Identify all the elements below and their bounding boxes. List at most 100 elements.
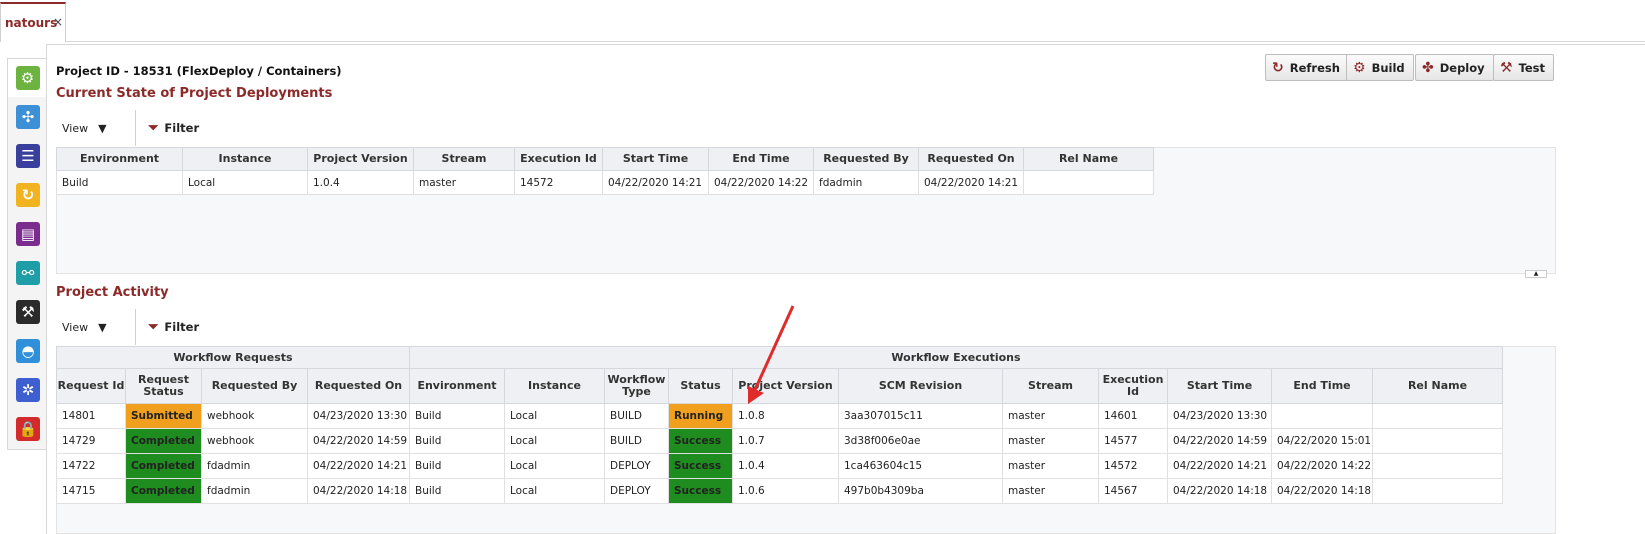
- refresh-icon: ↻: [1272, 59, 1284, 76]
- test-button[interactable]: ⚒ Test: [1493, 54, 1555, 81]
- rail-item-5[interactable]: ▤: [8, 215, 48, 253]
- column-header[interactable]: Requested On: [918, 147, 1024, 171]
- execution-id-link[interactable]: 14567: [1098, 478, 1168, 504]
- column-header[interactable]: Requested By: [201, 368, 308, 404]
- rail-kubernetes-icon: ✲: [16, 378, 40, 402]
- table-cell: Local: [504, 453, 605, 479]
- table-cell: 04/22/2020 14:18: [1271, 478, 1373, 504]
- table-cell: DEPLOY: [604, 453, 669, 479]
- deploy-icon: ✤: [1422, 59, 1434, 76]
- column-header[interactable]: Status: [668, 368, 733, 404]
- table-cell: webhook: [201, 403, 308, 429]
- column-header[interactable]: Rel Name: [1023, 147, 1154, 171]
- table-cell: 04/22/2020 14:21: [1167, 453, 1272, 479]
- column-header[interactable]: Project Version: [307, 147, 414, 171]
- status-badge: Success: [668, 478, 733, 504]
- rail-item-7[interactable]: ⚒: [8, 293, 48, 331]
- column-header[interactable]: Instance: [504, 368, 605, 404]
- column-header[interactable]: Requested On: [307, 368, 410, 404]
- table-cell: master: [1002, 403, 1099, 429]
- filter-button[interactable]: ⏷ Filter: [136, 121, 199, 136]
- view-menu[interactable]: View ▼: [56, 110, 136, 146]
- table-cell: Local: [504, 428, 605, 454]
- column-header[interactable]: Execution Id: [514, 147, 603, 171]
- column-header[interactable]: End Time: [1271, 368, 1373, 404]
- table-cell: Build: [409, 428, 505, 454]
- table-cell: Build: [409, 453, 505, 479]
- rail-item-1[interactable]: ⚙: [8, 59, 48, 97]
- table-cell: Local: [504, 478, 605, 504]
- table-cell: 3aa307015c11: [838, 403, 1003, 429]
- rail-item-8[interactable]: ◓: [8, 332, 48, 370]
- table-cell: master: [1002, 428, 1099, 454]
- left-icon-rail: ⚙ ✣ ☰ ↻ ▤ ⚯ ⚒ ◓ ✲ 🔒: [7, 58, 48, 450]
- column-header[interactable]: Environment: [56, 147, 183, 171]
- refresh-button[interactable]: ↻ Refresh: [1265, 54, 1349, 81]
- column-header[interactable]: Start Time: [1167, 368, 1272, 404]
- build-button[interactable]: ⚙ Build: [1346, 54, 1414, 81]
- table-cell: 1.0.6: [732, 478, 839, 504]
- column-header[interactable]: Stream: [413, 147, 515, 171]
- table-row[interactable]: 14715 Completed fdadmin 04/22/2020 14:18 Bui…: [56, 478, 1503, 504]
- table-cell: webhook: [201, 428, 308, 454]
- status-badge: Completed: [125, 428, 202, 454]
- rail-item-6[interactable]: ⚯: [8, 254, 48, 292]
- activity-title: Project Activity: [56, 285, 169, 300]
- group-workflow-executions: Workflow Executions: [409, 346, 1503, 369]
- activity-toolbar: View ▼ ⏷ Filter: [56, 309, 199, 345]
- table-cell: [1372, 403, 1503, 429]
- table-cell: 1.0.4: [307, 170, 414, 195]
- request-id-link[interactable]: 14801: [56, 403, 126, 429]
- rail-refresh-icon: ↻: [16, 183, 40, 207]
- status-badge: Completed: [125, 478, 202, 504]
- execution-id-link[interactable]: 14572: [514, 170, 603, 195]
- filter-button[interactable]: ⏷ Filter: [136, 320, 199, 335]
- execution-id-link[interactable]: 14577: [1098, 428, 1168, 454]
- deploy-button[interactable]: ✤ Deploy: [1415, 54, 1494, 81]
- table-row[interactable]: Build Local 1.0.4 master 14572 04/22/2020 14:…: [56, 170, 1154, 195]
- rail-item-3[interactable]: ☰: [8, 137, 48, 175]
- rail-item-10[interactable]: 🔒: [8, 410, 48, 448]
- column-header[interactable]: Workflow Type: [604, 368, 669, 404]
- execution-id-link[interactable]: 14572: [1098, 453, 1168, 479]
- column-header[interactable]: Instance: [182, 147, 308, 171]
- column-header[interactable]: Start Time: [602, 147, 709, 171]
- close-icon[interactable]: ×: [53, 15, 63, 29]
- table-cell: 04/22/2020 14:21: [307, 453, 410, 479]
- rail-network-icon: ✣: [16, 105, 40, 129]
- table-row[interactable]: 14729 Completed webhook 04/22/2020 14:59 Bui…: [56, 428, 1503, 454]
- request-id-link[interactable]: 14722: [56, 453, 126, 479]
- request-id-link[interactable]: 14715: [56, 478, 126, 504]
- status-badge: Submitted: [125, 403, 202, 429]
- column-header[interactable]: Rel Name: [1372, 368, 1503, 404]
- column-header[interactable]: Request Status: [125, 368, 202, 404]
- table-cell: DEPLOY: [604, 478, 669, 504]
- column-header[interactable]: End Time: [708, 147, 814, 171]
- column-header[interactable]: SCM Revision: [838, 368, 1003, 404]
- rail-item-9[interactable]: ✲: [8, 371, 48, 409]
- annotation-arrow: [748, 305, 795, 404]
- rail-item-2[interactable]: ✣: [8, 98, 48, 136]
- column-header[interactable]: Requested By: [813, 147, 919, 171]
- table-cell: [1023, 170, 1154, 195]
- tab-label: natours: [5, 16, 58, 30]
- rail-item-4[interactable]: ↻: [8, 176, 48, 214]
- column-header[interactable]: Execution Id: [1098, 368, 1168, 404]
- table-cell: 04/23/2020 13:30: [1167, 403, 1272, 429]
- table-row[interactable]: 14722 Completed fdadmin 04/22/2020 14:21 Bui…: [56, 453, 1503, 479]
- view-menu[interactable]: View ▼: [56, 309, 136, 345]
- table-cell: fdadmin: [201, 453, 308, 479]
- view-label: View: [62, 320, 89, 334]
- table-cell: Build: [56, 170, 183, 195]
- table-cell: 1.0.7: [732, 428, 839, 454]
- request-id-link[interactable]: 14729: [56, 428, 126, 454]
- collapse-handle[interactable]: ▲: [1525, 270, 1547, 278]
- execution-id-link[interactable]: 14601: [1098, 403, 1168, 429]
- column-header[interactable]: Request Id: [56, 368, 126, 404]
- filter-icon: ⏷: [148, 319, 159, 335]
- test-label: Test: [1518, 60, 1546, 75]
- tab-natours[interactable]: natours ×: [0, 2, 66, 42]
- column-header[interactable]: Stream: [1002, 368, 1099, 404]
- column-header[interactable]: Environment: [409, 368, 505, 404]
- table-cell: 1ca463604c15: [838, 453, 1003, 479]
